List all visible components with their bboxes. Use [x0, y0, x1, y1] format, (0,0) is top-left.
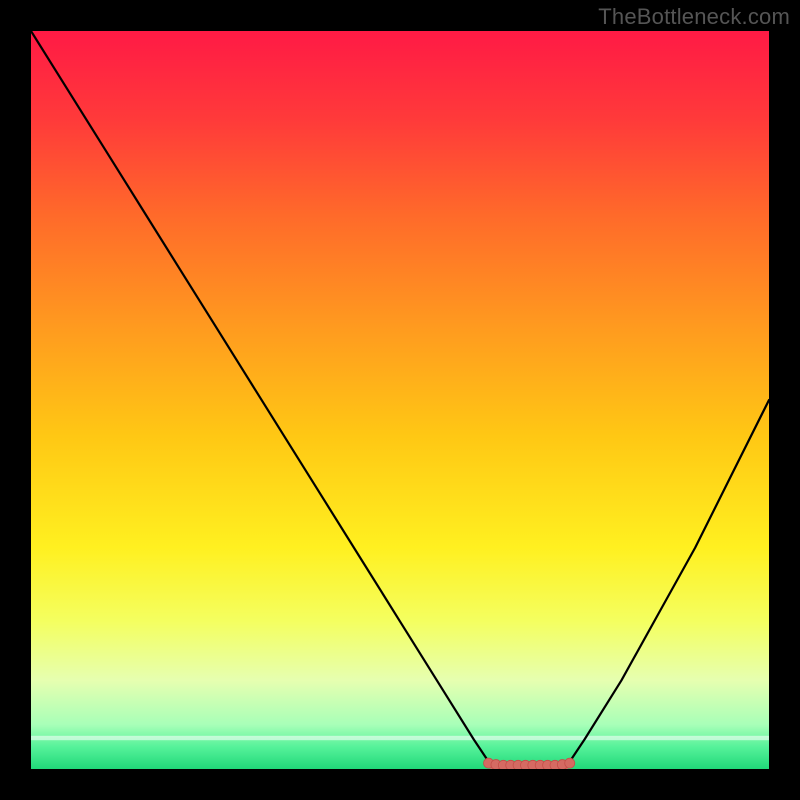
gradient-background: [31, 31, 769, 769]
plot-area: [31, 31, 769, 769]
chart-frame: TheBottleneck.com: [0, 0, 800, 800]
watermark-text: TheBottleneck.com: [598, 4, 790, 30]
chart-svg: [31, 31, 769, 769]
gloss-stripe: [31, 736, 769, 740]
marker-dot: [565, 758, 575, 768]
